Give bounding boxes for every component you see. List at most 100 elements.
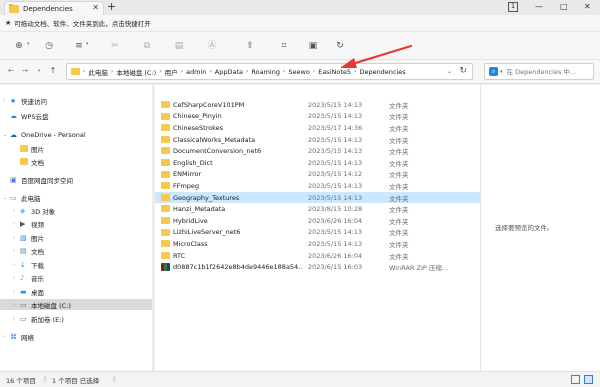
sidebar-item[interactable]: ⌄ ☁ OneDrive - Personal <box>0 129 152 140</box>
file-row[interactable]: English_Dict 2023/5/15 14:13 文件夹 <box>155 157 480 169</box>
sidebar-item[interactable]: › ▶ 视频 <box>0 218 152 229</box>
sidebar-item[interactable]: › ↓ 下载 <box>0 259 152 270</box>
file-row[interactable]: HybridLive 2023/6/26 16:04 文件夹 <box>155 215 480 227</box>
file-row[interactable]: Chinese_Pinyin 2023/5/15 14:13 文件夹 <box>155 111 480 123</box>
minimize-button[interactable]: — <box>535 2 543 11</box>
expand-chevron-icon[interactable]: › <box>13 235 15 241</box>
details-view-button[interactable] <box>571 375 580 384</box>
drive-icon: ▭ <box>20 300 27 309</box>
breadcrumb-admin[interactable]: admin <box>186 68 206 76</box>
archive-icon[interactable]: ▣ <box>306 40 320 52</box>
maximize-button[interactable]: □ <box>560 2 568 11</box>
expand-chevron-icon[interactable]: › <box>13 262 15 268</box>
close-window-button[interactable]: ✕ <box>584 2 591 11</box>
up-arrow-icon[interactable]: ↑ <box>48 66 58 76</box>
expand-chevron-icon[interactable]: › <box>3 98 5 104</box>
file-name: Hanzi_Metadata <box>173 205 226 214</box>
recent-chevron-icon[interactable]: ▾ <box>34 66 44 76</box>
file-row[interactable]: ChineseStrokes 2023/5/17 14:36 文件夹 <box>155 122 480 134</box>
large-icons-view-button[interactable] <box>584 375 593 384</box>
new-item-icon[interactable]: ⊕ <box>12 40 26 52</box>
sidebar-item-label: 文档 <box>31 158 44 167</box>
expand-chevron-icon[interactable]: › <box>13 302 15 308</box>
expand-chevron-icon[interactable]: › <box>13 208 15 214</box>
sidebar-item[interactable]: ⌄ ▭ 此电脑 <box>0 192 152 203</box>
sidebar-item-label: 图片 <box>31 145 44 154</box>
file-type: 文件夹 <box>389 124 409 133</box>
search-input[interactable] <box>506 67 587 76</box>
file-row[interactable]: Hanzi_Metadata 2023/8/15 10:28 文件夹 <box>155 203 480 215</box>
more-menu-icon[interactable]: ≡ <box>72 40 86 52</box>
breadcrumb-easinote5[interactable]: EasiNote5 <box>318 68 351 76</box>
crop-icon[interactable]: ⌗ <box>277 40 291 52</box>
expand-chevron-icon[interactable]: › <box>13 275 15 281</box>
file-row[interactable]: LizhiLiveServer_net6 2023/5/15 14:13 文件夹 <box>155 227 480 239</box>
expand-chevron-icon[interactable]: › <box>13 221 15 227</box>
notice-text: 可拖动文档、软件、文件夹到此，点击快捷打开 <box>14 20 151 28</box>
sidebar-item[interactable]: 文档 <box>0 156 152 167</box>
close-tab-icon[interactable]: ✕ <box>92 3 99 12</box>
star-icon: ★ <box>10 96 17 105</box>
expand-chevron-icon[interactable]: ⌄ <box>3 195 7 201</box>
sidebar-item[interactable]: › ▤ 文档 <box>0 245 152 256</box>
sidebar-item[interactable]: › ⌘ 网络 <box>0 331 152 342</box>
paste-icon[interactable]: ▤ <box>172 40 186 52</box>
window-count-badge[interactable]: 1 <box>508 2 518 12</box>
file-row[interactable]: Geography_Textures 2023/5/15 14:13 文件夹 <box>155 191 480 204</box>
file-row[interactable]: FFmpeg 2023/5/15 14:13 文件夹 <box>155 180 480 192</box>
file-row[interactable]: ClassicalWorks_Metadata 2023/5/15 14:13 文件… <box>155 134 480 146</box>
sidebar-item-label: 3D 对象 <box>31 207 56 216</box>
breadcrumb-roaming[interactable]: Roaming <box>251 68 280 76</box>
back-arrow-icon[interactable]: ← <box>6 66 16 76</box>
address-bar[interactable]: › 此电脑 › 本地磁盘 (C:) › 用户 › admin › AppData… <box>66 63 473 80</box>
forward-arrow-icon[interactable]: → <box>20 66 30 76</box>
file-row[interactable]: RTC 2023/6/26 16:04 文件夹 <box>155 250 480 262</box>
tab-dependencies[interactable]: Dependencies ✕ <box>4 1 104 15</box>
network-icon: ⌘ <box>10 332 17 341</box>
expand-chevron-icon[interactable]: › <box>3 334 5 340</box>
chevron-down-icon[interactable]: ▾ <box>500 69 503 75</box>
sidebar-item[interactable]: 图片 <box>0 143 152 154</box>
chevron-down-icon[interactable]: ▾ <box>86 41 89 47</box>
breadcrumb-dependencies[interactable]: Dependencies <box>359 68 405 76</box>
sidebar-item[interactable]: › ▧ 图片 <box>0 232 152 243</box>
file-row[interactable]: ENMirror 2023/5/15 14:12 文件夹 <box>155 169 480 181</box>
file-date: 2023/5/15 14:13 <box>308 147 363 156</box>
sidebar-item[interactable]: ▣ 百度网盘同步空间 <box>0 174 152 185</box>
file-row[interactable]: CefSharpCoreV101PM 2023/5/15 14:13 文件夹 <box>155 99 480 111</box>
file-row[interactable]: d0887c1b1f2642e8b4de9446e188a54... 2023/6… <box>155 261 480 273</box>
sidebar-item[interactable]: › ★ 快速访问 <box>0 95 152 106</box>
sidebar-item[interactable]: › ▭ 新加卷 (E:) <box>0 313 152 324</box>
refresh-icon[interactable]: ↻ <box>459 66 467 76</box>
sidebar-item[interactable]: › ◈ 3D 对象 <box>0 205 152 216</box>
address-dropdown-icon[interactable]: ⌄ <box>447 68 452 75</box>
file-row[interactable]: MicroClass 2023/5/15 14:13 文件夹 <box>155 238 480 250</box>
rename-icon[interactable]: Ⓐ <box>205 40 219 52</box>
breadcrumb-seewo[interactable]: Seewo <box>288 68 309 76</box>
breadcrumb-drive-c[interactable]: 本地磁盘 (C:) <box>116 67 156 77</box>
cut-icon[interactable]: ✂ <box>108 40 122 52</box>
new-tab-button[interactable]: + <box>107 0 116 13</box>
sidebar-item[interactable]: › ♪ 音乐 <box>0 272 152 283</box>
breadcrumb-users[interactable]: 用户 <box>165 67 178 77</box>
expand-chevron-icon[interactable]: › <box>13 316 15 322</box>
chevron-down-icon[interactable]: ▾ <box>27 41 30 47</box>
breadcrumb-appdata[interactable]: AppData <box>215 68 243 76</box>
sidebar-item[interactable]: › ▬ 桌面 <box>0 286 152 297</box>
expand-chevron-icon[interactable]: ⌄ <box>3 132 7 138</box>
sidebar-item[interactable]: ☁ WPS云盘 <box>0 110 152 121</box>
expand-chevron-icon[interactable]: › <box>13 248 15 254</box>
sidebar-item-label: 网络 <box>21 333 34 342</box>
expand-chevron-icon[interactable]: › <box>13 289 15 295</box>
search-box[interactable]: ⌕ ▾ <box>484 63 594 80</box>
preview-pane: 选择要预览的文件。 <box>480 85 600 371</box>
file-type: 文件夹 <box>389 171 409 180</box>
history-icon[interactable]: ◷ <box>42 40 56 52</box>
file-row[interactable]: DocumentConversion_net6 2023/5/15 14:13 文件… <box>155 145 480 157</box>
folder-icon <box>161 182 170 190</box>
breadcrumb-this-pc[interactable]: 此电脑 <box>88 67 108 77</box>
copy-icon[interactable]: ⧉ <box>140 40 154 52</box>
share-icon[interactable]: ⇧ <box>243 40 257 52</box>
sidebar-item[interactable]: › ▭ 本地磁盘 (C:) <box>0 299 152 310</box>
rotate-icon[interactable]: ↻ <box>333 40 347 52</box>
